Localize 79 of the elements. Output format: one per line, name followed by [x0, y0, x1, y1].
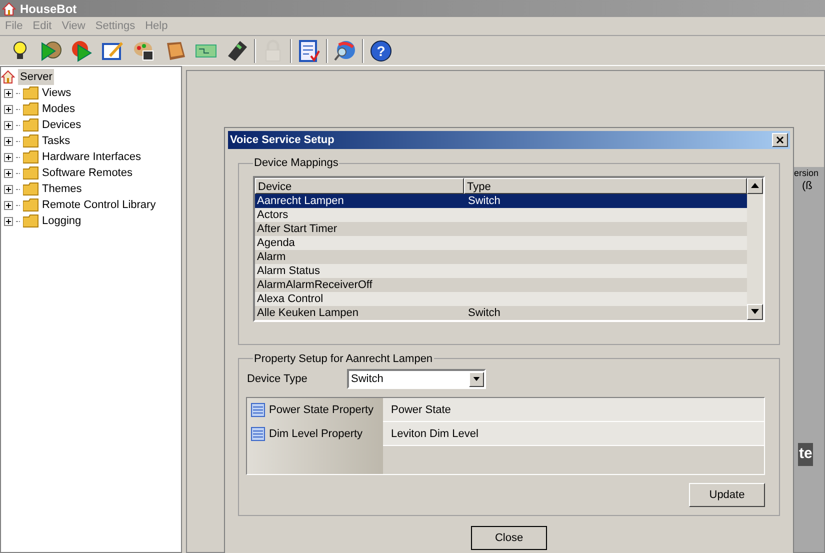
tree-item[interactable]: Modes [42, 100, 76, 118]
table-cell-text: Alarm [256, 250, 287, 264]
checklist-icon [297, 38, 321, 62]
folder-icon [23, 118, 39, 132]
expand-icon[interactable] [4, 152, 13, 162]
device-row[interactable]: Alarm Status [255, 264, 747, 278]
folder-icon [23, 134, 39, 148]
group-label: Property Setup for Aanrecht Lampen [253, 352, 434, 366]
device-row[interactable]: AlarmAlarmReceiverOff [255, 278, 747, 292]
scrollbar[interactable] [747, 178, 763, 320]
background-text: te [798, 443, 814, 466]
expand-icon[interactable] [4, 136, 13, 146]
device-row[interactable]: After Start Timer [255, 222, 747, 236]
dialog-title: Voice Service Setup [230, 132, 334, 148]
folder-icon [23, 182, 39, 196]
expand-icon[interactable] [4, 104, 13, 114]
list-icon [251, 427, 265, 441]
table-cell-text: Aanrecht Lampen [256, 194, 345, 208]
property-name: Dim Level Property [269, 426, 363, 442]
column-header[interactable]: Device [255, 178, 464, 194]
close-icon [776, 136, 784, 144]
background-text: (ß [801, 180, 812, 193]
column-header[interactable]: Type [464, 178, 747, 194]
folder-icon [23, 150, 39, 164]
device-row[interactable]: Alexa Control [255, 292, 747, 306]
window-title: HouseBot [20, 0, 77, 18]
scroll-down-icon[interactable] [751, 309, 759, 314]
house-icon [1, 70, 15, 84]
expand-icon[interactable] [4, 120, 13, 130]
house-icon [2, 2, 16, 16]
field-label: Device Type [247, 372, 308, 387]
play-icon [70, 38, 94, 62]
table-cell-text: Alle Keuken Lampen [256, 306, 360, 320]
property-value[interactable]: Power State [383, 398, 764, 422]
property-value[interactable]: Leviton Dim Level [383, 422, 764, 446]
tree-item[interactable]: Themes [42, 180, 82, 198]
close-dialog-button[interactable]: Close [471, 526, 547, 550]
folder-icon [23, 198, 39, 212]
list-icon [251, 403, 265, 417]
expand-icon[interactable] [4, 168, 13, 178]
remote-icon [225, 38, 249, 62]
expand-icon[interactable] [4, 88, 13, 98]
device-type-dropdown[interactable]: Switch [347, 369, 486, 389]
background-text: ersion [794, 167, 819, 180]
table-cell-text: Switch [467, 194, 502, 208]
tree-item[interactable]: Remote Control Library [42, 196, 156, 214]
device-row[interactable]: Agenda [255, 236, 747, 250]
tree-item[interactable]: Server [18, 68, 54, 86]
clock-play-icon [39, 38, 63, 62]
table-cell-text: After Start Timer [256, 222, 338, 236]
device-row[interactable]: Actors [255, 208, 747, 222]
device-row[interactable]: Aanrecht Lampen Switch [255, 194, 747, 208]
table-cell-text: Alexa Control [256, 292, 324, 306]
expand-icon[interactable] [4, 200, 13, 210]
table-cell-text: Agenda [256, 236, 296, 250]
tree-item[interactable]: Views [42, 84, 72, 102]
tree-item[interactable]: Software Remotes [42, 164, 132, 182]
tree-item[interactable]: Hardware Interfaces [42, 148, 142, 166]
dropdown-caret-icon [473, 377, 480, 381]
table-cell-text: AlarmAlarmReceiverOff [256, 278, 374, 292]
tree-item[interactable]: Tasks [42, 132, 70, 150]
folder-icon [23, 102, 39, 116]
expand-icon[interactable] [4, 184, 13, 194]
table-cell-text: Actors [256, 208, 290, 222]
device-row[interactable]: Alarm [255, 250, 747, 264]
property-name: Power State Property [269, 402, 374, 418]
folder-icon [23, 214, 39, 228]
table-cell-text: Switch [467, 306, 502, 320]
close-button[interactable] [772, 133, 788, 147]
table-cell-text: Alarm Status [256, 264, 321, 278]
scroll-up-icon[interactable] [751, 183, 759, 188]
tree-item[interactable]: Devices [42, 116, 82, 134]
tree-item[interactable]: Logging [42, 212, 82, 230]
device-row[interactable]: Alle Keuken Lampen Switch [255, 306, 747, 320]
folder-icon [23, 166, 39, 180]
globe-search-icon [333, 38, 357, 62]
expand-icon[interactable] [4, 216, 13, 226]
group-label: Device Mappings [253, 156, 340, 171]
update-button[interactable]: Update [689, 483, 765, 507]
